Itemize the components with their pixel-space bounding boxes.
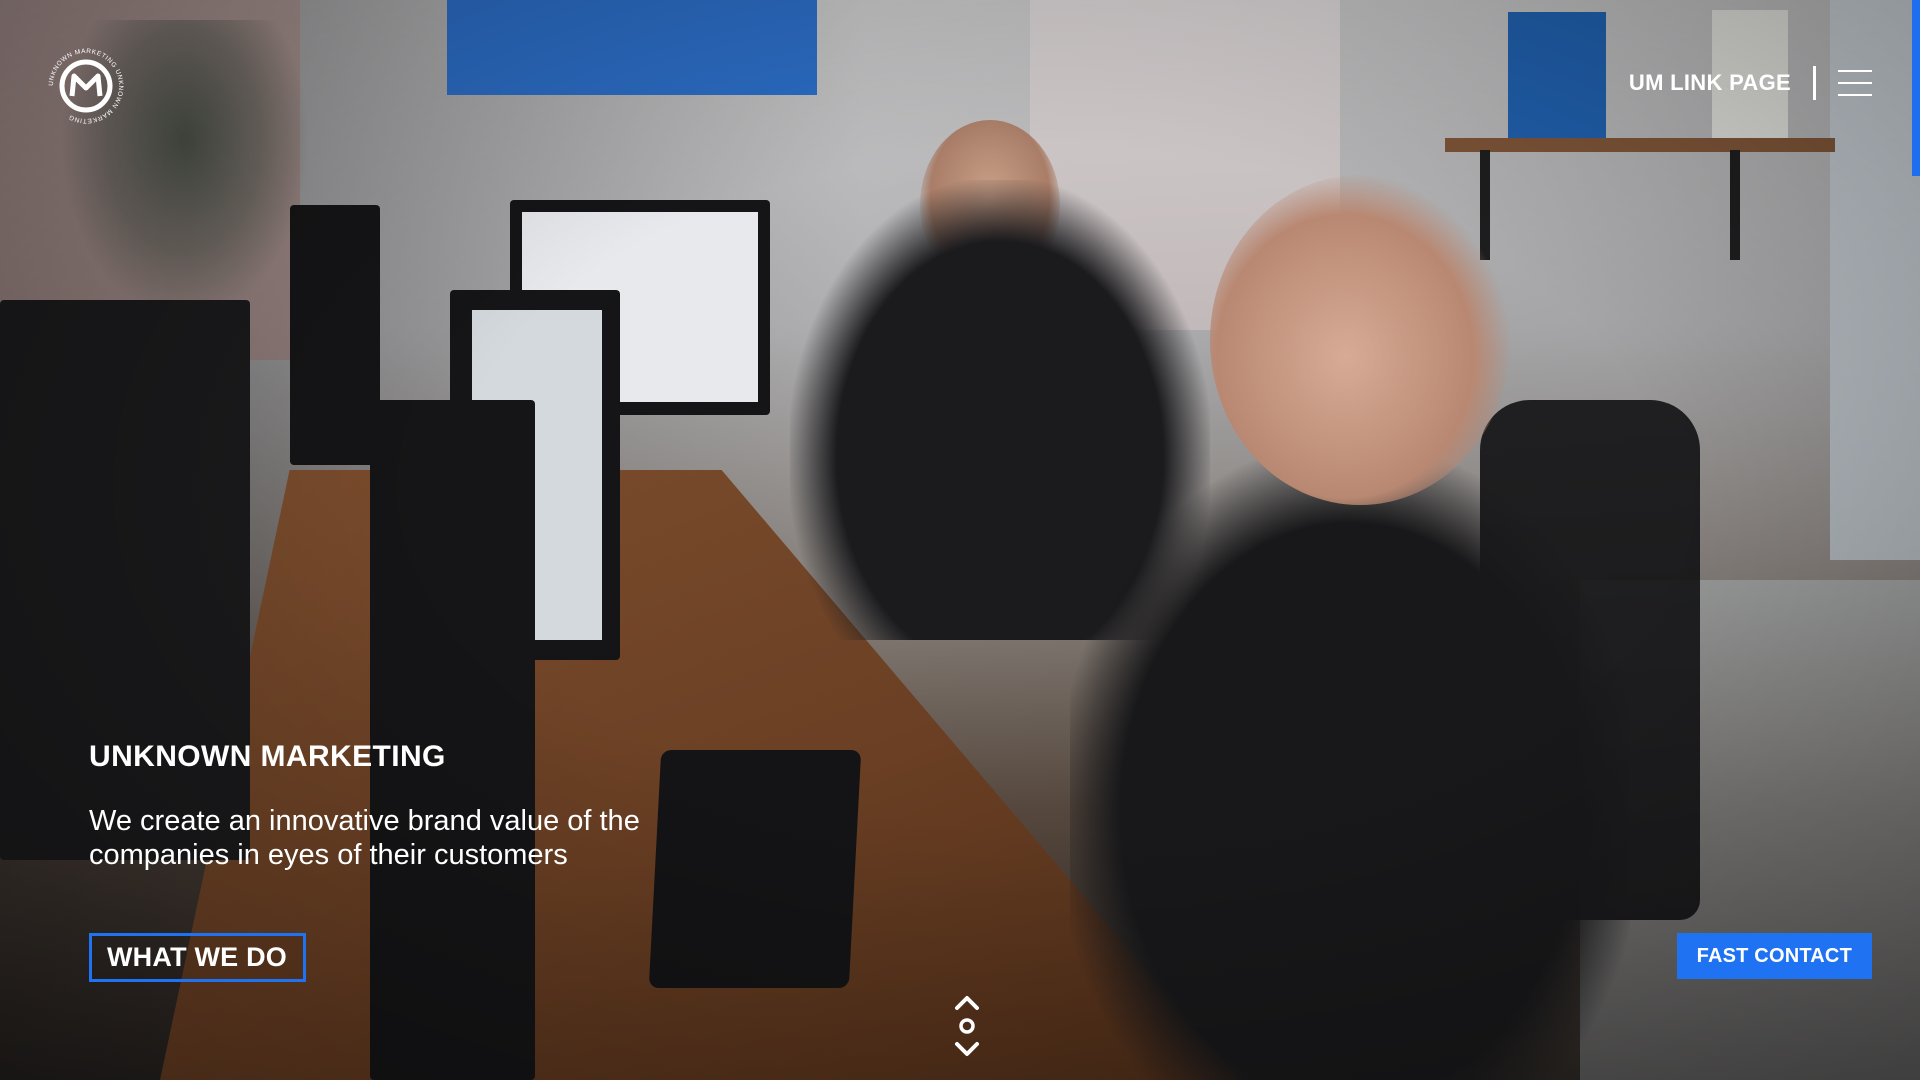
menu-line	[1838, 70, 1872, 72]
logo-svg: UNKNOWN MARKETING UNKNOWN MARKETING	[48, 48, 124, 124]
hamburger-menu-icon[interactable]	[1838, 70, 1872, 96]
vignette-overlay	[0, 0, 1920, 1080]
scroll-indicator-icon[interactable]	[950, 994, 984, 1058]
what-we-do-button[interactable]: WHAT WE DO	[89, 933, 306, 982]
hero-section: UNKNOWN MARKETING UNKNOWN MARKETING UM L…	[0, 0, 1920, 1080]
menu-line	[1838, 82, 1872, 84]
header-nav: UM LINK PAGE	[1629, 66, 1872, 100]
um-link-page-link[interactable]: UM LINK PAGE	[1629, 70, 1791, 96]
scroll-arrows-icon	[955, 996, 979, 1056]
header-divider	[1813, 66, 1816, 100]
scroll-progress-bar	[1912, 0, 1920, 176]
menu-line	[1838, 94, 1872, 96]
hero-text-block: UNKNOWN MARKETING We create an innovativ…	[89, 740, 789, 872]
background-video-frame	[0, 0, 1920, 1080]
fast-contact-button[interactable]: FAST CONTACT	[1676, 933, 1872, 979]
um-logo-icon[interactable]: UNKNOWN MARKETING UNKNOWN MARKETING	[46, 46, 126, 126]
hero-subtitle: We create an innovative brand value of t…	[89, 805, 640, 871]
hero-title: UNKNOWN MARKETING	[89, 740, 446, 773]
